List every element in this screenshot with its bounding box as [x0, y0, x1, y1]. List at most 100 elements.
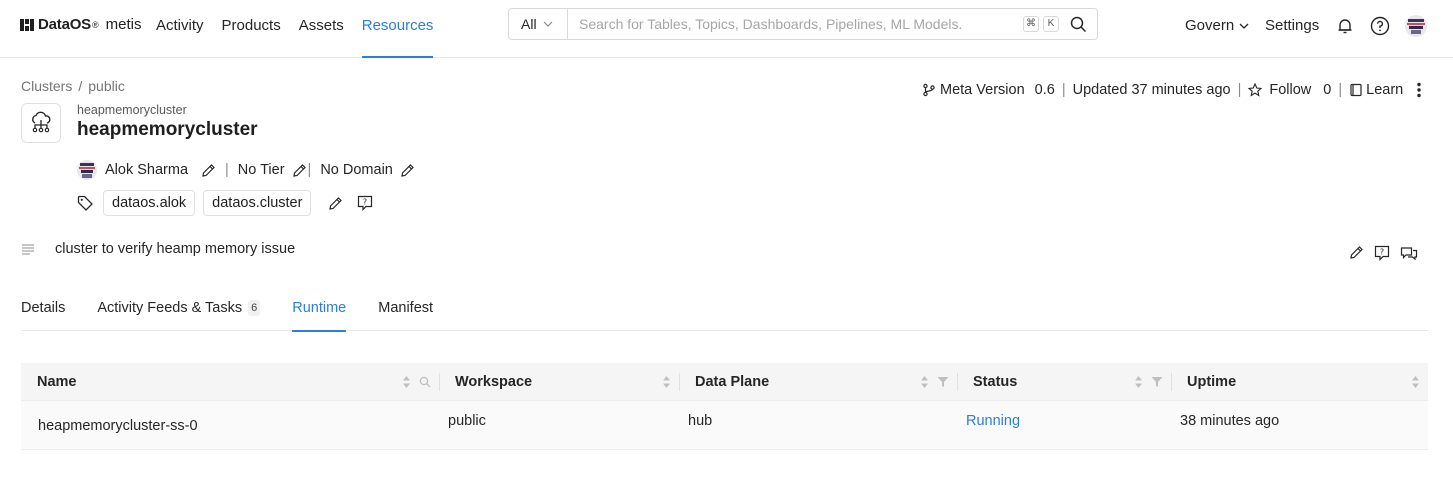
filter-icon[interactable]	[1151, 376, 1163, 388]
sort-icon[interactable]	[920, 375, 929, 389]
nav-item-resources[interactable]: Resources	[361, 0, 433, 58]
bell-icon[interactable]	[1336, 17, 1354, 38]
tag-chip[interactable]: dataos.alok	[103, 190, 196, 216]
nav-item-assets[interactable]: Assets	[299, 0, 344, 58]
more-options-icon[interactable]	[1417, 82, 1421, 98]
table-body: heapmemorycluster-ss-0 public hub Runnin…	[21, 401, 1428, 450]
conversation-icon[interactable]	[1400, 245, 1418, 261]
follow-button[interactable]: Follow 0	[1248, 82, 1331, 98]
tab-details[interactable]: Details	[21, 293, 65, 331]
status-badge[interactable]: Running	[957, 401, 1171, 449]
cell-name: heapmemorycluster-ss-0	[38, 418, 198, 434]
edit-owner-icon[interactable]	[201, 163, 216, 178]
brand-mark: ®	[92, 19, 99, 30]
owner-name[interactable]: Alok Sharma	[105, 162, 188, 178]
column-header-data-plane[interactable]: Data Plane	[679, 363, 957, 401]
follow-count: 0	[1323, 82, 1332, 98]
nav-item-products[interactable]: Products	[222, 0, 281, 58]
request-description-icon[interactable]: ?	[1374, 245, 1390, 261]
cell-uptime: 38 minutes ago	[1180, 413, 1280, 429]
description-actions: ?	[1349, 245, 1418, 261]
entity-meta-row: Meta Version 0.6 | Updated 37 minutes ag…	[922, 82, 1421, 98]
tab-label: Runtime	[292, 300, 347, 316]
column-header-status[interactable]: Status	[957, 363, 1171, 401]
help-icon[interactable]	[1370, 16, 1390, 39]
global-search: All ⌘ K	[508, 8, 1098, 40]
dataos-logo[interactable]: DataOS ® metis	[20, 16, 141, 33]
main-nav: Activity Products Assets Resources	[156, 0, 451, 58]
owner-row: Alok Sharma | No Tier | No Domain	[77, 160, 415, 180]
meta-version-value: 0.6	[1034, 82, 1055, 98]
breadcrumb: Clusters / public	[21, 78, 125, 94]
chevron-down-icon	[543, 21, 552, 27]
column-header-label: Name	[37, 374, 77, 390]
breadcrumb-public[interactable]: public	[88, 78, 125, 94]
tab-manifest[interactable]: Manifest	[378, 293, 433, 331]
sort-icon[interactable]	[662, 375, 671, 389]
edit-tier-icon[interactable]	[292, 163, 307, 178]
sort-icon[interactable]	[1134, 375, 1143, 389]
tag-icon	[77, 195, 93, 211]
column-header-label: Data Plane	[695, 374, 770, 390]
column-header-workspace[interactable]: Workspace	[439, 363, 679, 401]
tag-chip[interactable]: dataos.cluster	[203, 190, 312, 216]
cluster-icon	[21, 103, 61, 143]
shortcut-key-k: K	[1043, 16, 1059, 32]
settings-link[interactable]: Settings	[1265, 17, 1319, 34]
tab-activity-feeds[interactable]: Activity Feeds & Tasks 6	[97, 293, 261, 331]
column-header-label: Workspace	[455, 374, 533, 390]
shortcut-key-cmd: ⌘	[1023, 16, 1039, 32]
page-title: heapmemorycluster	[77, 119, 258, 140]
tab-count-badge: 6	[248, 300, 261, 316]
meta-version-button[interactable]: Meta Version 0.6	[940, 82, 1055, 98]
book-icon	[1350, 83, 1362, 97]
search-input[interactable]	[568, 9, 1023, 39]
meta-divider: |	[1237, 82, 1242, 98]
entity-tabs: Details Activity Feeds & Tasks 6 Runtime …	[21, 293, 1428, 332]
tab-label: Activity Feeds & Tasks	[97, 300, 243, 316]
breadcrumb-clusters[interactable]: Clusters	[21, 78, 72, 94]
meta-divider: |	[1338, 82, 1343, 98]
edit-tags-icon[interactable]	[328, 196, 343, 211]
meta-version-label: Meta Version	[940, 82, 1025, 98]
owner-divider: |	[225, 162, 229, 178]
search-scope-value: All	[521, 16, 537, 32]
tab-label: Details	[21, 300, 66, 316]
logo-mark-icon	[20, 18, 34, 32]
request-tags-icon[interactable]: ?	[357, 195, 373, 211]
brand-product: metis	[105, 16, 142, 33]
column-header-label: Uptime	[1187, 374, 1237, 390]
description-text: cluster to verify heamp memory issue	[55, 241, 296, 257]
sort-icon[interactable]	[1411, 375, 1420, 389]
svg-text:?: ?	[363, 198, 367, 207]
learn-button[interactable]: Learn	[1349, 82, 1403, 98]
filter-icon[interactable]	[937, 376, 949, 388]
column-header-uptime[interactable]: Uptime	[1171, 363, 1428, 401]
description-row: cluster to verify heamp memory issue	[21, 241, 295, 257]
table-row[interactable]: heapmemorycluster-ss-0 public hub Runnin…	[21, 401, 1428, 450]
user-avatar[interactable]	[1405, 15, 1427, 37]
search-scope-select[interactable]: All	[509, 9, 568, 39]
cell-workspace: public	[448, 413, 486, 429]
owner-divider: |	[307, 162, 312, 178]
edit-description-icon[interactable]	[1349, 245, 1364, 261]
nav-item-activity[interactable]: Activity	[156, 0, 204, 58]
star-icon	[1248, 83, 1263, 97]
brand-name: DataOS	[38, 16, 91, 33]
govern-label: Govern	[1185, 17, 1235, 34]
svg-text:?: ?	[1380, 248, 1384, 257]
column-header-name[interactable]: Name	[21, 363, 439, 401]
tab-runtime[interactable]: Runtime	[292, 293, 347, 332]
description-icon	[21, 243, 35, 255]
edit-domain-icon[interactable]	[400, 163, 415, 178]
updated-text: Updated 37 minutes ago	[1072, 82, 1231, 98]
search-icon[interactable]	[1063, 9, 1093, 39]
search-icon[interactable]	[419, 376, 431, 388]
sort-icon[interactable]	[402, 375, 411, 389]
entity-subtitle: heapmemorycluster	[77, 103, 187, 117]
branch-icon	[922, 83, 936, 97]
chevron-down-icon	[1239, 23, 1249, 29]
table-header: Name Workspace Data Plane Status Uptime	[21, 363, 1428, 401]
govern-menu[interactable]: Govern	[1185, 17, 1250, 34]
tags-row: dataos.alok dataos.cluster ?	[77, 190, 373, 216]
